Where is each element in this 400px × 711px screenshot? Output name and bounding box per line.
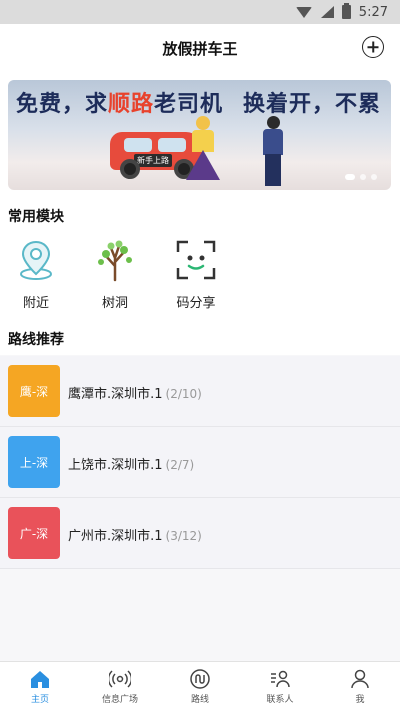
car-tag: 新手上路: [134, 154, 172, 167]
banner-dot: [360, 174, 366, 180]
tab-routes[interactable]: 路线: [160, 662, 240, 711]
bottom-tabbar: 主页 信息广场 路线 联系人 我: [0, 661, 400, 711]
module-label: 码分享: [176, 296, 216, 311]
module-label: 树洞: [101, 296, 128, 311]
route-item[interactable]: 上-深 上饶市.深圳市.1 (2/7): [0, 427, 400, 498]
route-icon: [190, 669, 210, 689]
scan-code-icon: [176, 240, 216, 280]
woman-illustration: [186, 116, 220, 186]
add-button[interactable]: [362, 36, 384, 58]
home-icon: [31, 671, 49, 688]
wifi-icon: [295, 6, 312, 18]
tab-label: 信息广场: [101, 695, 138, 705]
route-count: (2/10): [165, 387, 202, 401]
route-name: 鹰潭市.深圳市.1 (2/10): [68, 387, 202, 402]
route-item[interactable]: 广-深 广州市.深圳市.1 (3/12): [0, 498, 400, 569]
signal-icon: [320, 6, 334, 18]
module-tree-hole[interactable]: 树洞: [85, 238, 145, 311]
module-nearby[interactable]: 附近: [6, 238, 66, 311]
user-icon: [351, 669, 369, 689]
battery-icon: [341, 3, 351, 19]
route-name: 上饶市.深圳市.1 (2/7): [68, 458, 195, 473]
location-pin-icon: [20, 240, 52, 280]
banner-pagination: [345, 174, 377, 180]
banner-slogan-left: 免费，求顺路老司机: [16, 92, 224, 117]
status-bar: 5:27: [0, 0, 400, 24]
route-badge: 上-深: [8, 436, 60, 488]
route-count: (3/12): [165, 529, 202, 543]
route-badge: 广-深: [8, 507, 60, 559]
tab-label: 我: [355, 695, 365, 705]
route-name: 广州市.深圳市.1 (3/12): [68, 529, 202, 544]
tab-me[interactable]: 我: [320, 662, 400, 711]
app-header: 放假拼车王: [0, 24, 400, 72]
banner-container: 免费，求顺路老司机 换着开，不累 新手上路: [0, 72, 400, 198]
contacts-icon: [271, 670, 290, 688]
routes-header: 路线推荐: [0, 319, 400, 355]
tab-home[interactable]: 主页: [0, 662, 80, 711]
modules-section: 常用模块 附近 树洞 码分享: [0, 198, 400, 319]
tab-contacts[interactable]: 联系人: [240, 662, 320, 711]
module-code-share[interactable]: 码分享: [166, 238, 226, 311]
modules-title: 常用模块: [8, 209, 64, 225]
banner-dot: [371, 174, 377, 180]
tab-info-square[interactable]: 信息广场: [80, 662, 160, 711]
status-time: 5:27: [358, 4, 388, 20]
tab-label: 路线: [190, 695, 209, 705]
promo-banner[interactable]: 免费，求顺路老司机 换着开，不累 新手上路: [8, 80, 391, 190]
man-illustration: [260, 116, 288, 188]
page-title: 放假拼车王: [162, 39, 238, 58]
module-label: 附近: [22, 296, 49, 311]
tree-icon: [98, 240, 132, 282]
banner-dot-active: [345, 174, 355, 180]
broadcast-icon: [109, 670, 131, 688]
route-badge: 鹰-深: [8, 365, 60, 417]
route-count: (2/7): [165, 458, 195, 472]
tab-label: 主页: [30, 695, 49, 705]
route-item[interactable]: 鹰-深 鹰潭市.深圳市.1 (2/10): [0, 356, 400, 427]
tab-label: 联系人: [266, 695, 294, 705]
banner-slogan-right: 换着开，不累: [242, 92, 381, 117]
routes-title: 路线推荐: [8, 332, 64, 348]
